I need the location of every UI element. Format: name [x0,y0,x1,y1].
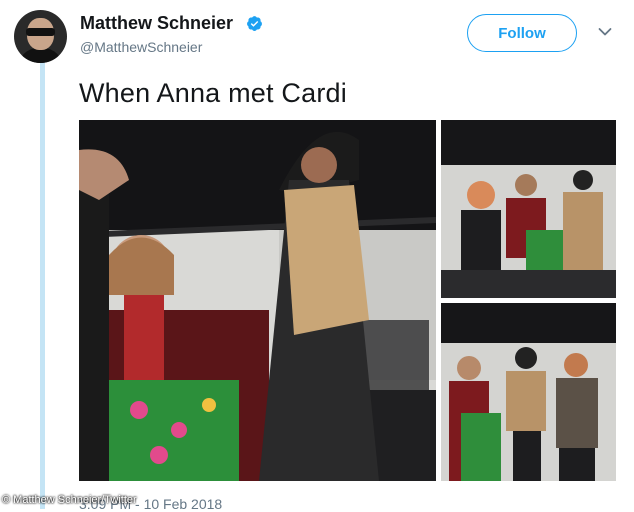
tweet-photo-2[interactable] [441,120,616,298]
tweet-photo-3[interactable] [441,303,616,481]
verified-badge-icon [247,16,262,31]
chevron-down-icon[interactable] [598,27,612,37]
tweet-text: When Anna met Cardi [79,78,347,108]
media-grid [79,120,616,481]
photo-3-illustration [441,303,616,481]
author-name[interactable]: Matthew Schneier [80,13,233,34]
tweet-photo-1[interactable] [79,120,436,481]
avatar[interactable] [14,10,67,63]
photo-1-illustration [79,120,436,481]
thread-connector-line [40,62,45,509]
photo-credit-watermark: © Matthew Schneier/Twitter [2,494,137,506]
follow-button[interactable]: Follow [467,14,577,52]
author-handle[interactable]: @MatthewSchneier [80,39,202,55]
photo-2-illustration [441,120,616,298]
